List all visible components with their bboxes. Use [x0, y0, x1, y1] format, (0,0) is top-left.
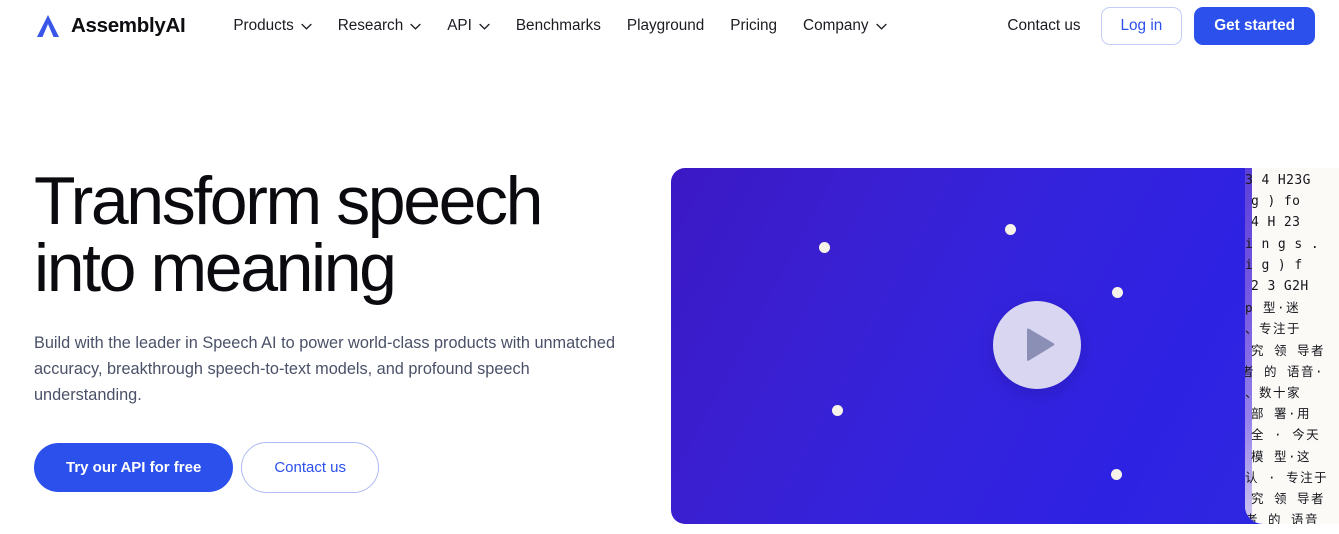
strip-line: 认 · 专注于	[1245, 469, 1329, 485]
hero-video-panel[interactable]: 3 4 H23G g ) fo 4 H 23 i n g s . i g ) f 2 3 …	[671, 168, 1339, 524]
nav-actions-group: Contact us Log in Get started	[999, 7, 1315, 45]
nav-item-label: Pricing	[730, 17, 778, 34]
strip-line: 、数十家	[1245, 385, 1302, 401]
strip-line: 2 3 G2H	[1251, 279, 1309, 295]
strip-line: i g ) f	[1245, 257, 1303, 273]
nav-item-pricing[interactable]: Pricing	[717, 11, 790, 41]
strip-line: 者 的 语音·	[1245, 363, 1325, 379]
assemblyai-logo-icon	[34, 13, 62, 39]
nav-item-playground[interactable]: Playground	[614, 11, 717, 41]
video-dot-2	[1005, 224, 1016, 235]
nav-item-api[interactable]: API	[434, 11, 503, 41]
strip-line: 3 4 H23G	[1245, 173, 1311, 188]
nav-item-label: Company	[803, 17, 869, 34]
strip-line: g ) fo	[1251, 194, 1301, 210]
play-triangle-icon	[1017, 327, 1057, 363]
nav-item-research[interactable]: Research	[325, 11, 434, 41]
hero-title-line-2: into meaning	[34, 230, 397, 307]
strip-line: 部 署·用	[1251, 406, 1312, 422]
video-text-strip: 3 4 H23G g ) fo 4 H 23 i n g s . i g ) f 2 3 …	[1245, 168, 1339, 524]
brand-logo-link[interactable]: AssemblyAI	[34, 13, 186, 39]
strip-line: 全 · 今天	[1251, 427, 1321, 443]
video-dot-5	[1111, 469, 1122, 480]
strip-line: 究 领 导者	[1251, 342, 1326, 358]
nav-item-label: API	[447, 17, 472, 34]
chevron-down-icon	[301, 17, 312, 35]
strip-text-lines: 3 4 H23G g ) fo 4 H 23 i n g s . i g ) f 2 3 …	[1245, 170, 1339, 524]
get-started-button[interactable]: Get started	[1194, 7, 1315, 45]
nav-item-label: Playground	[626, 17, 705, 34]
login-button[interactable]: Log in	[1100, 7, 1183, 45]
nav-item-label: Benchmarks	[515, 17, 601, 34]
play-video-button[interactable]	[993, 301, 1081, 389]
strip-line: 、专注于	[1245, 321, 1302, 337]
hero-content: Transform speech into meaning Build with…	[34, 167, 644, 493]
brand-name: AssemblyAI	[71, 14, 186, 37]
nav-item-label: Research	[337, 17, 404, 34]
page-title: Transform speech into meaning	[34, 167, 644, 307]
try-api-for-free-button[interactable]: Try our API for free	[34, 442, 234, 492]
nav-links-group: Products Research API Benchmarks Playgro…	[220, 11, 899, 41]
strip-line: 4 H 23	[1251, 215, 1301, 231]
hero-subtitle: Build with the leader in Speech AI to po…	[34, 333, 616, 405]
strip-line: 究 领 导者	[1251, 491, 1326, 507]
strip-line: p 型·迷	[1245, 300, 1301, 316]
hero-title-line-1: Transform speech	[34, 163, 543, 239]
chevron-down-icon	[875, 17, 887, 35]
chevron-down-icon	[410, 17, 421, 35]
nav-item-products[interactable]: Products	[220, 11, 324, 41]
nav-contact-us-link[interactable]: Contact us	[999, 11, 1088, 41]
nav-item-company[interactable]: Company	[790, 11, 899, 41]
video-dot-3	[1112, 287, 1123, 298]
nav-item-label: Products	[233, 17, 294, 34]
video-dot-4	[832, 405, 843, 416]
strip-line: 模 型·这	[1251, 448, 1312, 464]
strip-line: 者 的 语音	[1245, 512, 1320, 524]
nav-item-benchmarks[interactable]: Benchmarks	[503, 11, 614, 41]
hero-contact-us-button[interactable]: Contact us	[241, 441, 380, 493]
chevron-down-icon	[479, 17, 490, 35]
strip-line: i n g s .	[1245, 236, 1320, 252]
hero-cta-group: Try our API for free Contact us	[34, 441, 644, 493]
top-navigation-bar: AssemblyAI Products Research API Benchma…	[0, 0, 1339, 52]
video-dot-1	[819, 242, 830, 253]
